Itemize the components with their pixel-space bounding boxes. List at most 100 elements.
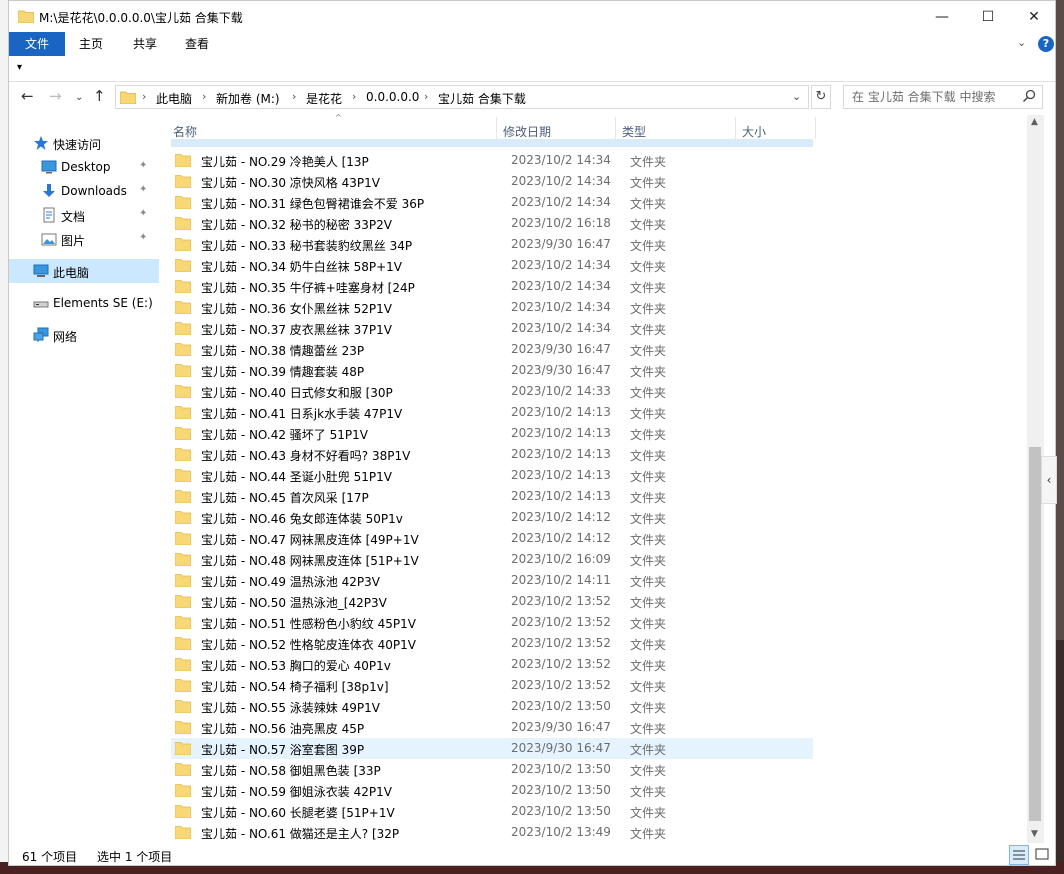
breadcrumb-current[interactable]: 宝儿茹 合集下载 xyxy=(438,90,526,107)
column-size[interactable]: 大小 xyxy=(742,123,766,140)
table-row[interactable]: 宝儿茹 - NO.37 皮衣黑丝袜 37P1V 2023/10/2 14:34 文件… xyxy=(171,318,813,339)
column-name[interactable]: 名称 xyxy=(173,123,197,140)
table-row[interactable]: 宝儿茹 - NO.60 长腿老婆 [51P+1V 2023/10/2 13:50 文… xyxy=(171,801,813,822)
customize-toolbar-icon[interactable]: ▾ xyxy=(17,62,22,73)
address-bar[interactable]: › 此电脑 › 新加卷 (M:) › 是花花 › 0.0.0.0.0 › 宝儿茹… xyxy=(115,85,809,109)
forward-button[interactable]: → xyxy=(49,87,62,105)
table-row[interactable]: 宝儿茹 - NO.40 日式修女和服 [30P 2023/10/2 14:33 文件… xyxy=(171,381,813,402)
table-row[interactable]: 宝儿茹 - NO.58 御姐黑色装 [33P 2023/10/2 13:50 文件夹 xyxy=(171,759,813,780)
pin-icon[interactable]: ✦ xyxy=(139,184,147,195)
table-row[interactable]: 宝儿茹 - NO.61 做猫还是主人? [32P 2023/10/2 13:49 文… xyxy=(171,822,813,841)
table-row[interactable]: 宝儿茹 - NO.46 兔女郎连体装 50P1v 2023/10/2 14:12 文… xyxy=(171,507,813,528)
table-row[interactable]: 宝儿茹 - NO.57 浴室套图 39P 2023/9/30 16:47 文件夹 xyxy=(171,738,813,759)
nav-label: 文档 xyxy=(61,210,86,224)
column-divider[interactable] xyxy=(496,117,497,139)
nav-quick-access[interactable]: 快速访问 xyxy=(9,131,159,155)
table-row[interactable]: 宝儿茹 - NO.51 性感粉色小豹纹 45P1V 2023/10/2 13:52… xyxy=(171,612,813,633)
folder-icon xyxy=(175,721,191,734)
table-row[interactable]: 宝儿茹 - NO.42 骚坏了 51P1V 2023/10/2 14:13 文件夹 xyxy=(171,423,813,444)
file-name: 宝儿茹 - NO.60 长腿老婆 [51P+1V xyxy=(201,806,395,820)
table-row[interactable]: 宝儿茹 - NO.49 温热泳池 42P3V 2023/10/2 14:11 文件夹 xyxy=(171,570,813,591)
table-row-partial[interactable] xyxy=(171,139,813,147)
table-row[interactable]: 宝儿茹 - NO.31 绿色包臀裙谁会不爱 36P 2023/10/2 14:34… xyxy=(171,192,813,213)
table-row[interactable]: 宝儿茹 - NO.43 身材不好看吗? 38P1V 2023/10/2 14:13… xyxy=(171,444,813,465)
table-row[interactable]: 宝儿茹 - NO.50 温热泳池_[42P3V 2023/10/2 13:52 文件… xyxy=(171,591,813,612)
search-input[interactable] xyxy=(844,86,1020,108)
pin-icon[interactable]: ✦ xyxy=(139,160,147,171)
refresh-button[interactable]: ↻ xyxy=(811,85,831,109)
breadcrumb-folder-1[interactable]: 是花花 xyxy=(306,90,342,107)
table-row[interactable]: 宝儿茹 - NO.45 首次风采 [17P 2023/10/2 14:13 文件夹 xyxy=(171,486,813,507)
table-row[interactable]: 宝儿茹 - NO.29 冷艳美人 [13P 2023/10/2 14:34 文件夹 xyxy=(171,150,813,171)
table-row[interactable]: 宝儿茹 - NO.52 性格鸵皮连体衣 40P1V 2023/10/2 13:52… xyxy=(171,633,813,654)
table-row[interactable]: 宝儿茹 - NO.54 椅子福利 [38p1v] 2023/10/2 13:52 文… xyxy=(171,675,813,696)
pin-icon[interactable]: ✦ xyxy=(139,208,147,219)
search-box[interactable] xyxy=(843,85,1043,109)
breadcrumb-separator[interactable]: › xyxy=(424,90,428,103)
breadcrumb-separator[interactable]: › xyxy=(202,90,206,103)
table-row[interactable]: 宝儿茹 - NO.33 秘书套装豹纹黑丝 34P 2023/9/30 16:47 文… xyxy=(171,234,813,255)
large-icons-view-button[interactable] xyxy=(1033,845,1053,865)
table-row[interactable]: 宝儿茹 - NO.36 女仆黑丝袜 52P1V 2023/10/2 14:34 文件… xyxy=(171,297,813,318)
folder-icon xyxy=(175,175,191,188)
table-row[interactable]: 宝儿茹 - NO.48 网袜黑皮连体 [51P+1V 2023/10/2 16:0… xyxy=(171,549,813,570)
breadcrumb-this-pc[interactable]: 此电脑 xyxy=(156,90,192,107)
table-row[interactable]: 宝儿茹 - NO.41 日系jk水手装 47P1V 2023/10/2 14:13… xyxy=(171,402,813,423)
details-view-button[interactable] xyxy=(1009,845,1029,865)
nav-documents[interactable]: 文档 ✦ xyxy=(9,203,159,227)
table-row[interactable]: 宝儿茹 - NO.47 网袜黑皮连体 [49P+1V 2023/10/2 14:1… xyxy=(171,528,813,549)
scroll-thumb[interactable] xyxy=(1029,447,1041,821)
breadcrumb-separator[interactable]: › xyxy=(292,90,296,103)
nav-label: Desktop xyxy=(61,160,111,174)
table-row[interactable]: 宝儿茹 - NO.59 御姐泳衣装 42P1V 2023/10/2 13:50 文件… xyxy=(171,780,813,801)
folder-icon xyxy=(175,763,191,776)
column-divider[interactable] xyxy=(815,117,816,139)
scroll-up-icon[interactable]: ▲ xyxy=(1031,117,1038,127)
scroll-down-icon[interactable]: ▼ xyxy=(1031,829,1038,839)
breadcrumb-separator[interactable]: › xyxy=(352,90,356,103)
column-date[interactable]: 修改日期 xyxy=(503,123,551,140)
table-row[interactable]: 宝儿茹 - NO.32 秘书的秘密 33P2V 2023/10/2 16:18 文件… xyxy=(171,213,813,234)
column-divider[interactable] xyxy=(735,117,736,139)
table-row[interactable]: 宝儿茹 - NO.56 油亮黑皮 45P 2023/9/30 16:47 文件夹 xyxy=(171,717,813,738)
file-type: 文件夹 xyxy=(630,764,667,778)
breadcrumb-separator[interactable]: › xyxy=(142,90,146,103)
back-button[interactable]: ← xyxy=(21,87,34,105)
table-row[interactable]: 宝儿茹 - NO.55 泳装辣妹 49P1V 2023/10/2 13:50 文件夹 xyxy=(171,696,813,717)
nav-drive-e[interactable]: Elements SE (E:) xyxy=(9,291,159,315)
up-button[interactable]: ↑ xyxy=(93,87,106,105)
help-icon[interactable]: ? xyxy=(1038,36,1054,52)
table-row[interactable]: 宝儿茹 - NO.35 牛仔裤+哇塞身材 [24P 2023/10/2 14:34… xyxy=(171,276,813,297)
ribbon-expand-icon[interactable]: ⌄ xyxy=(1017,36,1026,49)
collapse-pane-icon[interactable]: ‹ xyxy=(1041,456,1057,504)
tab-view[interactable]: 查看 xyxy=(173,32,221,56)
nav-desktop[interactable]: Desktop ✦ xyxy=(9,155,159,179)
nav-this-pc[interactable]: 此电脑 xyxy=(9,259,159,283)
breadcrumb-drive-m[interactable]: 新加卷 (M:) xyxy=(216,90,280,107)
document-icon xyxy=(43,207,55,223)
minimize-button[interactable]: — xyxy=(919,1,965,32)
tab-share[interactable]: 共享 xyxy=(121,32,169,56)
table-row[interactable]: 宝儿茹 - NO.30 凉快风格 43P1V 2023/10/2 14:34 文件夹 xyxy=(171,171,813,192)
column-divider[interactable] xyxy=(615,117,616,139)
table-row[interactable]: 宝儿茹 - NO.38 情趣蕾丝 23P 2023/9/30 16:47 文件夹 xyxy=(171,339,813,360)
breadcrumb-folder-2[interactable]: 0.0.0.0.0 xyxy=(366,90,419,104)
address-history-icon[interactable]: ⌄ xyxy=(792,90,801,103)
recent-locations-button[interactable]: ⌄ xyxy=(75,92,83,103)
tab-file[interactable]: 文件 xyxy=(9,32,65,56)
table-row[interactable]: 宝儿茹 - NO.34 奶牛白丝袜 58P+1V 2023/10/2 14:34 文… xyxy=(171,255,813,276)
close-button[interactable]: ✕ xyxy=(1011,1,1057,32)
folder-icon xyxy=(175,406,191,419)
search-icon[interactable] xyxy=(1022,89,1036,103)
table-row[interactable]: 宝儿茹 - NO.44 圣诞小肚兜 51P1V 2023/10/2 14:13 文件… xyxy=(171,465,813,486)
nav-pictures[interactable]: 图片 ✦ xyxy=(9,227,159,251)
column-type[interactable]: 类型 xyxy=(622,123,646,140)
pin-icon[interactable]: ✦ xyxy=(139,232,147,243)
maximize-button[interactable]: ☐ xyxy=(965,1,1011,32)
table-row[interactable]: 宝儿茹 - NO.39 情趣套装 48P 2023/9/30 16:47 文件夹 xyxy=(171,360,813,381)
nav-downloads[interactable]: Downloads ✦ xyxy=(9,179,159,203)
tab-home[interactable]: 主页 xyxy=(67,32,115,56)
explorer-window: M:\是花花\0.0.0.0.0\宝儿茹 合集下载 — ☐ ✕ 文件 主页 共享… xyxy=(8,0,1057,866)
nav-network[interactable]: 网络 xyxy=(9,323,159,347)
table-row[interactable]: 宝儿茹 - NO.53 胸口的爱心 40P1v 2023/10/2 13:52 文件… xyxy=(171,654,813,675)
